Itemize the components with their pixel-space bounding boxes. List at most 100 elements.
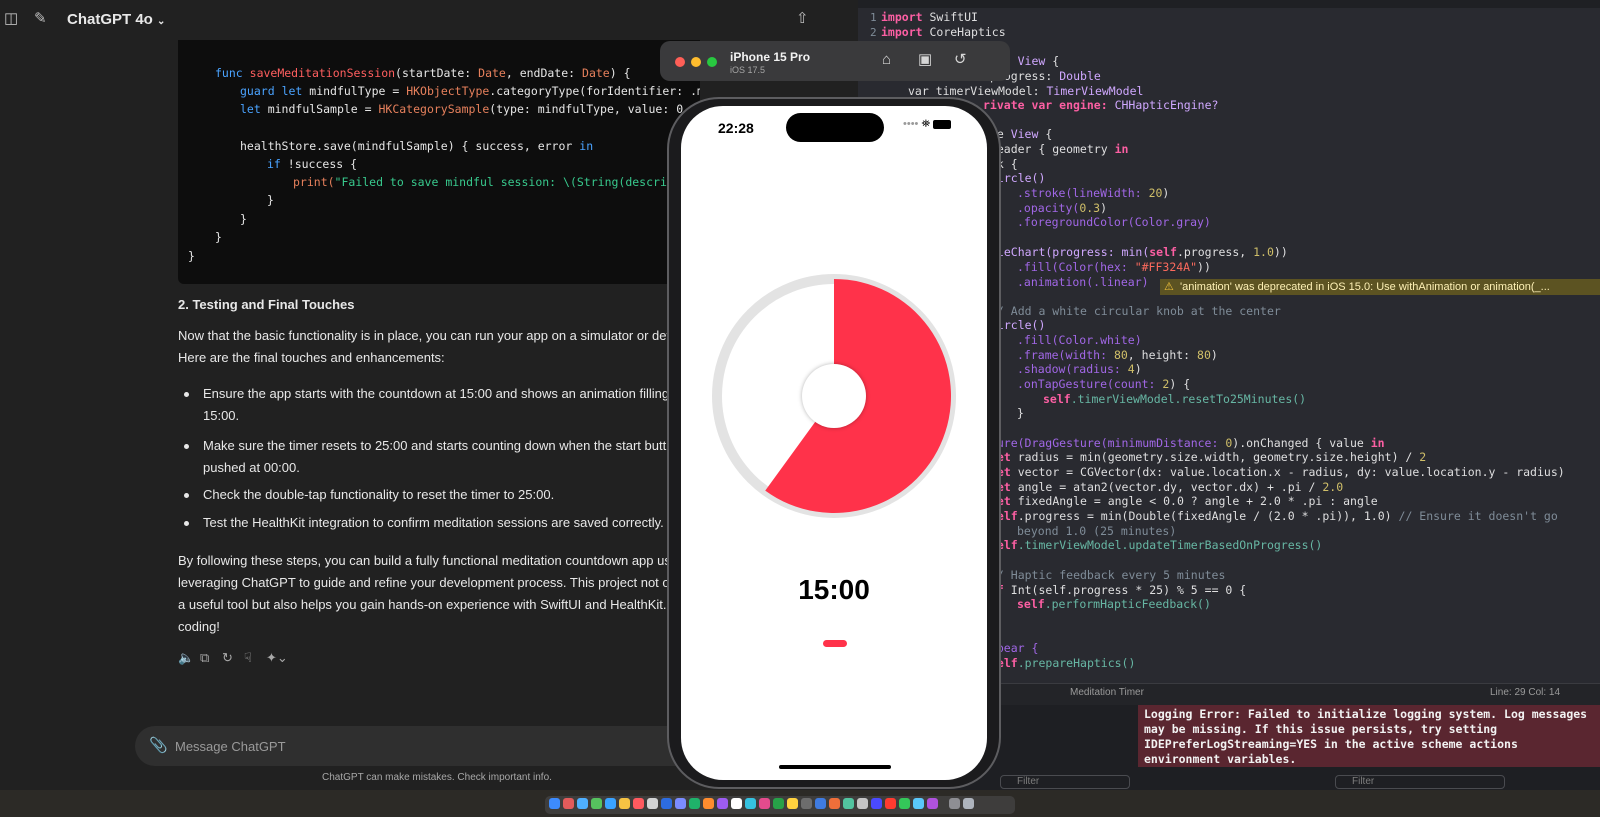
code-token: CHHapticEngine? xyxy=(1114,98,1219,112)
mail-icon[interactable] xyxy=(605,798,616,809)
start-button[interactable] xyxy=(823,640,847,647)
code-token: .opacity( xyxy=(1017,201,1080,215)
code-token: TimerViewModel xyxy=(1046,84,1144,98)
app-icon[interactable] xyxy=(731,798,742,809)
app-icon[interactable] xyxy=(801,798,812,809)
music-icon[interactable] xyxy=(633,798,644,809)
finder-icon[interactable] xyxy=(549,798,560,809)
sparkle-icon[interactable]: ✦⌄ xyxy=(266,650,288,666)
messages-icon[interactable] xyxy=(591,798,602,809)
code-token: .frame(width: xyxy=(1017,348,1114,362)
code-token: 1.0 xyxy=(1253,245,1274,259)
app-icon[interactable] xyxy=(815,798,826,809)
app-icon[interactable] xyxy=(829,798,840,809)
code-token: )) xyxy=(1197,260,1211,274)
code-token: .fill(Color(hex: xyxy=(1017,260,1135,274)
paperclip-icon[interactable]: 📎 xyxy=(149,736,168,754)
app-icon[interactable] xyxy=(717,798,728,809)
code-token: radius = min(geometry.size.width, geomet… xyxy=(1010,450,1420,464)
share-icon[interactable]: ⇧ xyxy=(796,10,809,28)
app-icon[interactable] xyxy=(787,798,798,809)
app-icon[interactable] xyxy=(759,798,770,809)
app-icon[interactable] xyxy=(913,798,924,809)
app-icon[interactable] xyxy=(689,798,700,809)
simulator-icon[interactable] xyxy=(675,798,686,809)
close-window-button[interactable] xyxy=(675,57,685,67)
console-filter-input[interactable]: Filter xyxy=(1335,775,1505,789)
app-icon[interactable] xyxy=(927,798,938,809)
code-line: self.performHapticFeedback() xyxy=(1017,597,1211,612)
code-line: import CoreHaptics xyxy=(881,25,1006,40)
phone-screen: 22:28 •••• ⛯ 15:00 xyxy=(681,106,987,780)
code-token: .stroke(lineWidth: xyxy=(1017,186,1149,200)
section-heading: 2. Testing and Final Touches xyxy=(178,297,355,312)
app-icon[interactable] xyxy=(857,798,868,809)
code-token: in xyxy=(579,139,594,153)
copy-icon[interactable]: ⧉ xyxy=(200,650,209,666)
trash-icon[interactable] xyxy=(963,798,974,809)
disclaimer: ChatGPT can make mistakes. Check importa… xyxy=(322,772,552,783)
safari-icon[interactable] xyxy=(577,798,588,809)
code-token: rivate var engine: xyxy=(983,98,1115,112)
editor-tab-strip[interactable] xyxy=(858,0,1600,8)
code-line: .frame(width: 80, height: 80) xyxy=(1017,348,1218,363)
code-token: SwiftUI xyxy=(929,10,978,24)
code-token: if xyxy=(267,157,281,171)
code-token: fixedAngle = angle < 0.0 ? angle + 2.0 *… xyxy=(1010,494,1378,508)
bullet-dot xyxy=(184,392,189,397)
code-line: .fill(Color(hex: "#FF324A")) xyxy=(1017,260,1211,275)
notes-icon[interactable] xyxy=(619,798,630,809)
scheme-name[interactable]: Meditation Timer xyxy=(1070,687,1144,698)
simulator-toolbar: iPhone 15 Pro iOS 17.5 ⌂ ▣ ↺ xyxy=(660,41,1010,81)
timer-knob[interactable] xyxy=(802,364,866,428)
app-icon[interactable] xyxy=(745,798,756,809)
screenshot-icon[interactable]: ▣ xyxy=(918,52,932,68)
xcode-icon[interactable] xyxy=(661,798,672,809)
app-icon[interactable] xyxy=(885,798,896,809)
deprecation-warning[interactable]: 'animation' was deprecated in iOS 15.0: … xyxy=(1180,279,1550,295)
app-icon[interactable] xyxy=(871,798,882,809)
app-icon[interactable] xyxy=(773,798,784,809)
cursor-position: Line: 29 Col: 14 xyxy=(1490,687,1561,698)
code-token: let xyxy=(240,102,261,116)
bullet-text: Check the double-tap functionality to re… xyxy=(203,487,555,502)
read-aloud-icon[interactable]: 🔈 xyxy=(178,650,194,666)
rotate-icon[interactable]: ↺ xyxy=(954,52,967,68)
code-line: if !success { xyxy=(267,155,357,173)
code-line: self.progress = min(Double(fixedAngle / … xyxy=(990,509,1558,524)
timer-dial[interactable] xyxy=(711,273,957,519)
model-selector[interactable]: ChatGPT 4o ⌄ xyxy=(67,11,165,28)
device-name: iPhone 15 Pro xyxy=(730,50,811,64)
launchpad-icon[interactable] xyxy=(563,798,574,809)
code-line: let angle = atan2(vector.dy, vector.dx) … xyxy=(990,480,1343,495)
code-line: .stroke(lineWidth: 20) xyxy=(1017,186,1170,200)
app-icon[interactable] xyxy=(843,798,854,809)
code-token: .timerViewModel.resetTo25Minutes() xyxy=(1070,392,1307,406)
code-line: let vector = CGVector(dx: value.location… xyxy=(990,465,1565,480)
signal-icon: •••• xyxy=(903,118,919,130)
app-icon[interactable] xyxy=(899,798,910,809)
minimize-window-button[interactable] xyxy=(691,57,701,67)
downloads-icon[interactable] xyxy=(949,798,960,809)
paragraph-line: a useful tool but also helps you gain ha… xyxy=(178,597,667,612)
app-icon[interactable] xyxy=(703,798,714,809)
new-chat-icon[interactable]: ✎ xyxy=(34,10,47,28)
regenerate-icon[interactable]: ↻ xyxy=(222,650,233,666)
code-token: mindfulSample = xyxy=(260,102,379,116)
chatgpt-header: ◫ ✎ ChatGPT 4o ⌄ ⇧ xyxy=(0,0,860,40)
variables-filter-input[interactable]: Filter xyxy=(1000,775,1130,789)
code-token: self xyxy=(1043,392,1071,406)
code-token: ) xyxy=(1134,362,1142,376)
code-token: import xyxy=(881,25,923,39)
code-token: .performHapticFeedback() xyxy=(1044,597,1211,611)
code-token: vector = CGVector(dx: value.location.x -… xyxy=(1010,465,1565,479)
code-line: if Int(self.progress * 25) % 5 == 0 { xyxy=(990,583,1246,598)
zoom-window-button[interactable] xyxy=(707,57,717,67)
home-icon[interactable]: ⌂ xyxy=(882,52,891,68)
sidebar-toggle-icon[interactable]: ◫ xyxy=(4,10,18,28)
code-token: 80 xyxy=(1197,348,1211,362)
thumbs-down-icon[interactable]: ☟ xyxy=(244,650,252,666)
settings-icon[interactable] xyxy=(647,798,658,809)
home-indicator[interactable] xyxy=(779,765,891,769)
code-token: Double xyxy=(1059,69,1101,83)
